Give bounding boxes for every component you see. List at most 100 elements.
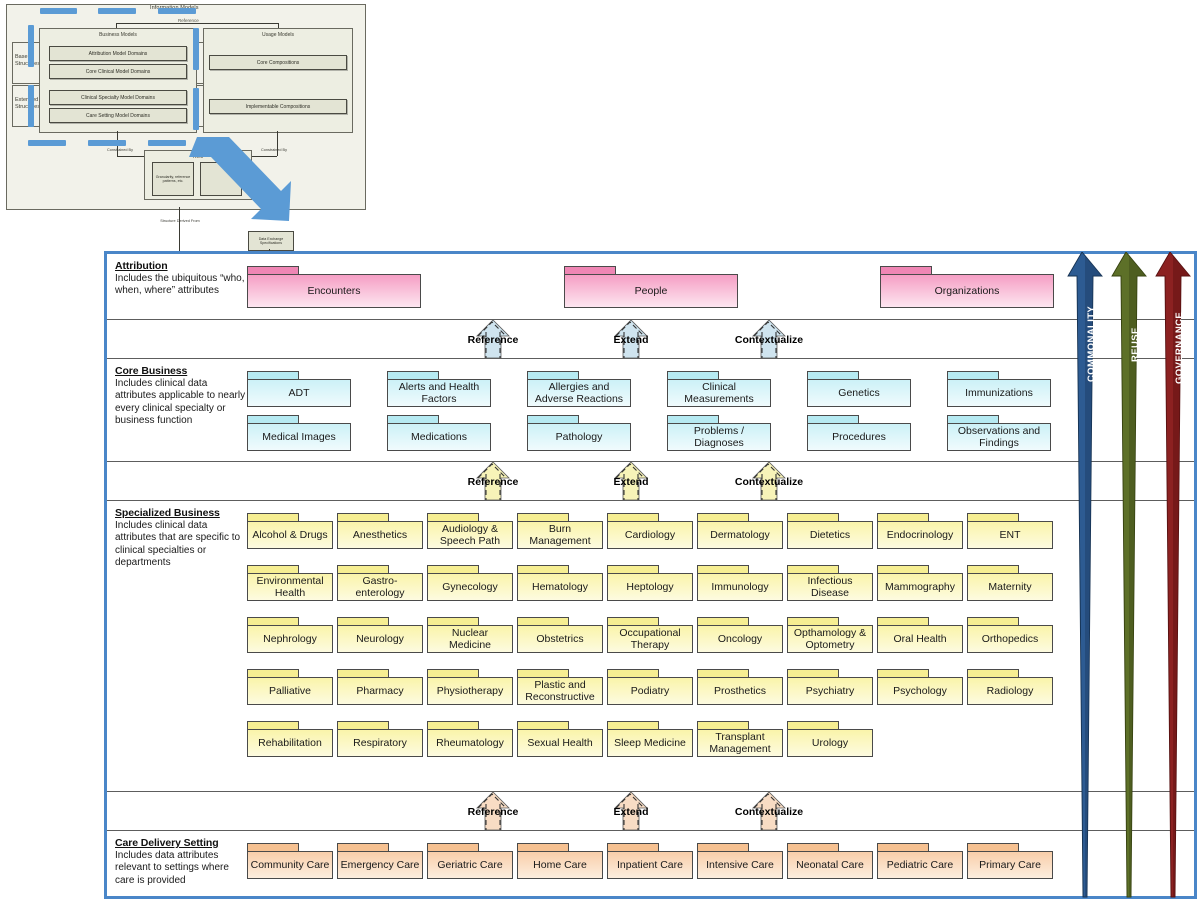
- folder-obstetrics[interactable]: Obstetrics: [517, 617, 603, 653]
- folder-label: Genetics: [807, 379, 911, 407]
- folder-observations-and-findings[interactable]: Observations and Findings: [947, 415, 1051, 451]
- folder-medications[interactable]: Medications: [387, 415, 491, 451]
- folder-plastic-and-reconstructive[interactable]: Plastic and Reconstructive: [517, 669, 603, 705]
- folder-ent[interactable]: ENT: [967, 513, 1053, 549]
- folder-gastroenterology[interactable]: Gastro-enterology: [337, 565, 423, 601]
- folder-mammography[interactable]: Mammography: [877, 565, 963, 601]
- folder-label: Oral Health: [877, 625, 963, 653]
- section-core-business-title: Core Business: [115, 365, 188, 377]
- folder-medical-images[interactable]: Medical Images: [247, 415, 351, 451]
- connector-band-2: Reference Extend Contextualize: [107, 462, 1194, 500]
- folder-label: Burn Management: [517, 521, 603, 549]
- folder-label: Problems / Diagnoses: [667, 423, 771, 451]
- inset-line-left-in: [117, 156, 147, 157]
- folder-transplant-management[interactable]: Transplant Management: [697, 721, 783, 757]
- folder-palliative[interactable]: Palliative: [247, 669, 333, 705]
- inset-box-core-compositions: Core Compositions: [209, 55, 347, 70]
- folder-label: Plastic and Reconstructive: [517, 677, 603, 705]
- folder-oncology[interactable]: Oncology: [697, 617, 783, 653]
- folder-anesthetics[interactable]: Anesthetics: [337, 513, 423, 549]
- section-attribution-desc: Includes the ubiquitous “who, when, wher…: [115, 273, 245, 297]
- folder-cardiology[interactable]: Cardiology: [607, 513, 693, 549]
- folder-label: Psychology: [877, 677, 963, 705]
- section-specialized-business-header: Specialized Business Includes clinical d…: [115, 507, 247, 569]
- folder-psychiatry[interactable]: Psychiatry: [787, 669, 873, 705]
- connector-label-extend-2: Extend: [613, 476, 649, 488]
- folder-neonatal-care[interactable]: Neonatal Care: [787, 843, 873, 879]
- folder-dietetics[interactable]: Dietetics: [787, 513, 873, 549]
- folder-sleep-medicine[interactable]: Sleep Medicine: [607, 721, 693, 757]
- folder-encounters[interactable]: Encounters: [247, 266, 421, 308]
- folder-clinical-measurements[interactable]: Clinical Measurements: [667, 371, 771, 407]
- folder-nephrology[interactable]: Nephrology: [247, 617, 333, 653]
- folder-problems-diagnoses[interactable]: Problems / Diagnoses: [667, 415, 771, 451]
- folder-label: Observations and Findings: [947, 423, 1051, 451]
- folder-immunology[interactable]: Immunology: [697, 565, 783, 601]
- folder-pharmacy[interactable]: Pharmacy: [337, 669, 423, 705]
- folder-nuclear-medicine[interactable]: Nuclear Medicine: [427, 617, 513, 653]
- folder-immunizations[interactable]: Immunizations: [947, 371, 1051, 407]
- inset-group-usage-models: Usage Models: [203, 28, 353, 133]
- folder-label: Infectious Disease: [787, 573, 873, 601]
- folder-genetics[interactable]: Genetics: [807, 371, 911, 407]
- folder-organizations[interactable]: Organizations: [880, 266, 1054, 308]
- folder-hematology[interactable]: Hematology: [517, 565, 603, 601]
- folder-occupational-therapy[interactable]: Occupational Therapy: [607, 617, 693, 653]
- folder-maternity[interactable]: Maternity: [967, 565, 1053, 601]
- folder-endocrinology[interactable]: Endocrinology: [877, 513, 963, 549]
- section-core-business: Core Business Includes clinical data att…: [107, 358, 1194, 462]
- folder-radiology[interactable]: Radiology: [967, 669, 1053, 705]
- folder-pathology[interactable]: Pathology: [527, 415, 631, 451]
- folder-adt[interactable]: ADT: [247, 371, 351, 407]
- folder-label: Opthamology & Optometry: [787, 625, 873, 653]
- folder-psychology[interactable]: Psychology: [877, 669, 963, 705]
- folder-label: Sleep Medicine: [607, 729, 693, 757]
- folder-dermatology[interactable]: Dermatology: [697, 513, 783, 549]
- folder-rheumatology[interactable]: Rheumatology: [427, 721, 513, 757]
- folder-label: Primary Care: [967, 851, 1053, 879]
- folder-environmental-health[interactable]: Environmental Health: [247, 565, 333, 601]
- folder-intensive-care[interactable]: Intensive Care: [697, 843, 783, 879]
- cross-cutting-pillars: COMMONALITY REUSE GOVERNANCE: [1064, 251, 1194, 902]
- folder-allergies-and-adverse-reactions[interactable]: Allergies and Adverse Reactions: [527, 371, 631, 407]
- folder-opthamology-optometry[interactable]: Opthamology & Optometry: [787, 617, 873, 653]
- folder-alerts-and-health-factors[interactable]: Alerts and Health Factors: [387, 371, 491, 407]
- folder-people[interactable]: People: [564, 266, 738, 308]
- folder-inpatient-care[interactable]: Inpatient Care: [607, 843, 693, 879]
- folder-label: Occupational Therapy: [607, 625, 693, 653]
- folder-burn-management[interactable]: Burn Management: [517, 513, 603, 549]
- folder-audiology-speech-path[interactable]: Audiology & Speech Path: [427, 513, 513, 549]
- folder-label: Medical Images: [247, 423, 351, 451]
- folder-primary-care[interactable]: Primary Care: [967, 843, 1053, 879]
- folder-neurology[interactable]: Neurology: [337, 617, 423, 653]
- folder-alcohol-drugs[interactable]: Alcohol & Drugs: [247, 513, 333, 549]
- folder-community-care[interactable]: Community Care: [247, 843, 333, 879]
- folder-label: People: [564, 274, 738, 308]
- folder-orthopedics[interactable]: Orthopedics: [967, 617, 1053, 653]
- inset-constrained-by-left: Constrained By: [107, 148, 133, 152]
- folder-gynecology[interactable]: Gynecology: [427, 565, 513, 601]
- folder-respiratory[interactable]: Respiratory: [337, 721, 423, 757]
- folder-physiotherapy[interactable]: Physiotherapy: [427, 669, 513, 705]
- folder-sexual-health[interactable]: Sexual Health: [517, 721, 603, 757]
- folder-podiatry[interactable]: Podiatry: [607, 669, 693, 705]
- folder-heptology[interactable]: Heptology: [607, 565, 693, 601]
- folder-rehabilitation[interactable]: Rehabilitation: [247, 721, 333, 757]
- folder-label: Orthopedics: [967, 625, 1053, 653]
- folder-label: Dermatology: [697, 521, 783, 549]
- highlight-mark-4: [28, 25, 34, 67]
- folder-emergency-care[interactable]: Emergency Care: [337, 843, 423, 879]
- section-attribution-header: Attribution Includes the ubiquitous “who…: [115, 260, 247, 298]
- folder-prosthetics[interactable]: Prosthetics: [697, 669, 783, 705]
- folder-geriatric-care[interactable]: Geriatric Care: [427, 843, 513, 879]
- folder-infectious-disease[interactable]: Infectious Disease: [787, 565, 873, 601]
- folder-procedures[interactable]: Procedures: [807, 415, 911, 451]
- folder-urology[interactable]: Urology: [787, 721, 873, 757]
- section-care-delivery-setting-title: Care Delivery Setting: [115, 837, 219, 849]
- folder-home-care[interactable]: Home Care: [517, 843, 603, 879]
- highlight-mark-5: [28, 85, 34, 127]
- folder-oral-health[interactable]: Oral Health: [877, 617, 963, 653]
- folder-label: Neurology: [337, 625, 423, 653]
- folder-pediatric-care[interactable]: Pediatric Care: [877, 843, 963, 879]
- folder-label: Community Care: [247, 851, 333, 879]
